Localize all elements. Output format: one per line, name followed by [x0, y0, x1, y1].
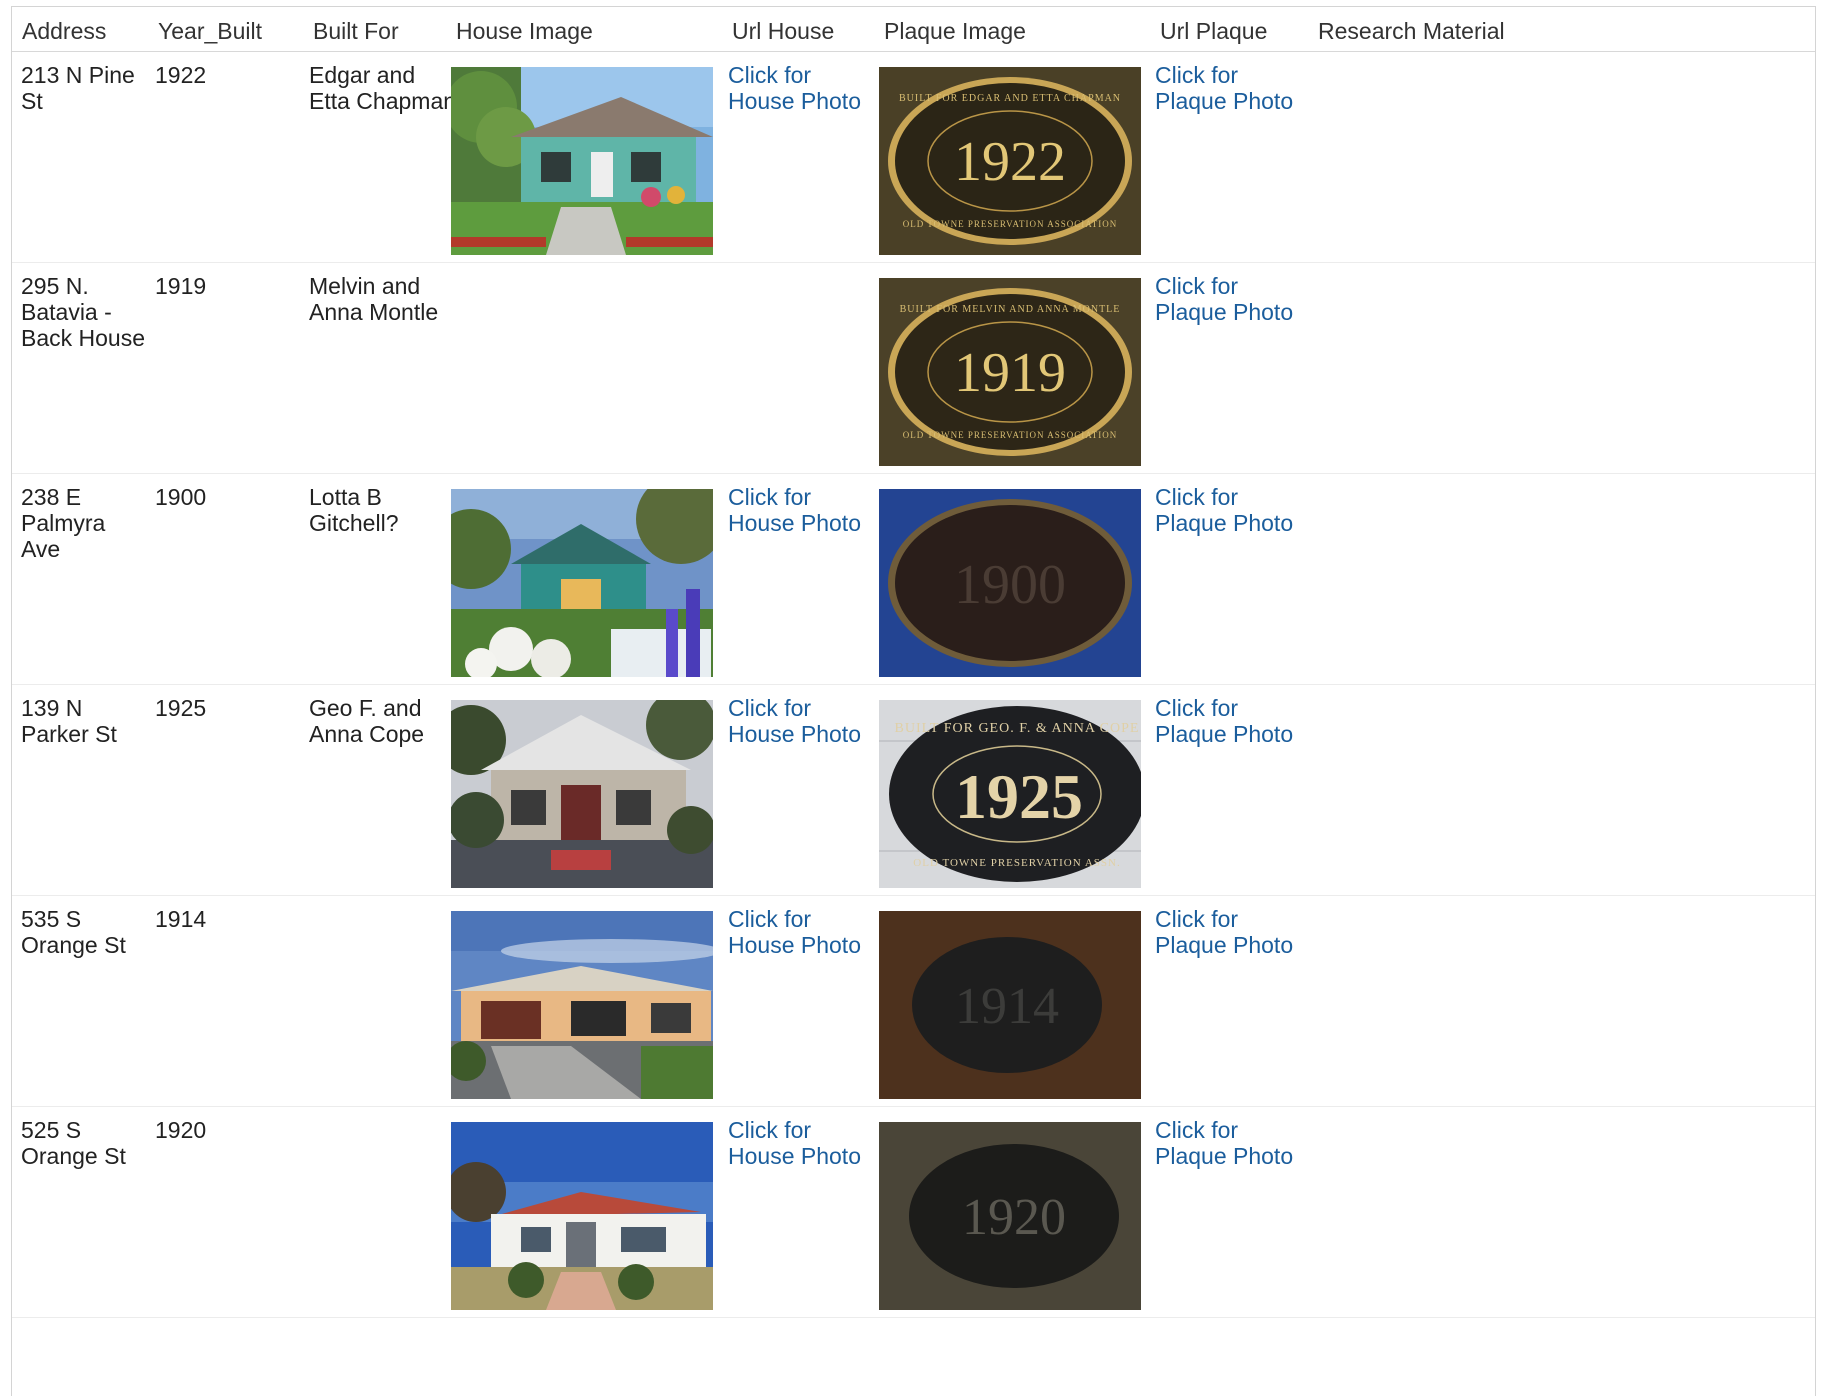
header-plaque-image: Plaque Image [884, 18, 1026, 44]
plaque-year-text: 1920 [962, 1189, 1066, 1246]
plaque-year-text: 1925 [955, 761, 1083, 832]
header-research-material: Research Material [1318, 18, 1505, 44]
plaque-top-text: BUILT FOR EDGAR AND ETTA CHAPMAN [899, 93, 1121, 104]
plaque-photo: 1922 BUILT FOR EDGAR AND ETTA CHAPMAN OL… [879, 67, 1141, 255]
address-cell: 213 N Pine St [21, 62, 135, 114]
header-url-plaque: Url Plaque [1160, 18, 1268, 44]
plaque-photo-link[interactable]: Click for Plaque Photo [1155, 273, 1305, 325]
plaque-photo: 1900 [879, 489, 1141, 677]
plaque-year-text: 1919 [954, 342, 1066, 404]
built-for-cell: Edgar and Etta Chapman [309, 62, 457, 114]
plaque-bottom-text: OLD TOWNE PRESERVATION ASSN. [913, 857, 1120, 869]
house-photo-link[interactable]: Click for House Photo [728, 62, 878, 114]
address-cell: 139 N Parker St [21, 695, 117, 747]
plaque-photo-link[interactable]: Click for Plaque Photo [1155, 1117, 1305, 1169]
plaque-photo: 1914 [879, 911, 1141, 1099]
address-cell: 295 N. Batavia - Back House [21, 273, 146, 351]
built-for-cell: Geo F. and Anna Cope [309, 695, 425, 747]
plaque-photo: 1919 BUILT FOR MELVIN AND ANNA MONTLE OL… [879, 278, 1141, 466]
house-photo [451, 700, 713, 888]
header-year-built: Year_Built [158, 18, 263, 44]
table-row: 238 E Palmyra Ave 1900 Lotta B Gitchell?… [12, 475, 1815, 685]
plaque-bottom-text: OLD TOWNE PRESERVATION ASSOCIATION [903, 219, 1118, 229]
year-built-cell: 1922 [155, 62, 207, 88]
address-cell: 238 E Palmyra Ave [21, 484, 106, 562]
house-photo-link[interactable]: Click for House Photo [728, 484, 878, 536]
plaque-top-text: BUILT FOR MELVIN AND ANNA MONTLE [900, 304, 1121, 315]
header-address: Address [22, 18, 107, 44]
table-row: 535 S Orange St 1914 Click for House Pho… [12, 897, 1815, 1107]
table-row: 525 S Orange St 1920 Click for House Pho… [12, 1108, 1815, 1318]
table-row: 139 N Parker St 1925 Geo F. and Anna Cop… [12, 686, 1815, 896]
year-built-cell: 1919 [155, 273, 207, 299]
plaque-year-text: 1900 [954, 554, 1066, 616]
table-row: 213 N Pine St 1922 Edgar and Etta Chapma… [12, 53, 1815, 263]
house-photo [451, 67, 713, 255]
header-built-for: Built For [313, 18, 399, 44]
plaque-photo: 1920 [879, 1122, 1141, 1310]
plaque-photo-link[interactable]: Click for Plaque Photo [1155, 62, 1305, 114]
address-cell: 525 S Orange St [21, 1117, 126, 1169]
year-built-cell: 1925 [155, 695, 207, 721]
header-house-image: House Image [456, 18, 593, 44]
table-row: 295 N. Batavia - Back House 1919 Melvin … [12, 264, 1815, 474]
header-url-house: Url House [732, 18, 835, 44]
built-for-cell: Melvin and Anna Montle [309, 273, 439, 325]
house-photo-link[interactable]: Click for House Photo [728, 1117, 878, 1169]
built-for-cell: Lotta B Gitchell? [309, 484, 399, 536]
house-photo [451, 1122, 713, 1310]
house-photo [451, 489, 713, 677]
address-cell: 535 S Orange St [21, 906, 126, 958]
table-header: Address Year_Built Built For House Image… [12, 7, 1815, 52]
house-photo-link[interactable]: Click for House Photo [728, 906, 878, 958]
plaque-top-text: BUILT FOR GEO. F. & ANNA COPE [895, 721, 1140, 736]
year-built-cell: 1914 [155, 906, 207, 932]
house-photo-link[interactable]: Click for House Photo [728, 695, 878, 747]
plaque-year-text: 1914 [955, 978, 1059, 1035]
plaque-year-text: 1922 [954, 131, 1066, 193]
plaque-photo-link[interactable]: Click for Plaque Photo [1155, 906, 1305, 958]
plaque-bottom-text: OLD TOWNE PRESERVATION ASSOCIATION [903, 430, 1118, 440]
plaque-photo-link[interactable]: Click for Plaque Photo [1155, 695, 1305, 747]
year-built-cell: 1900 [155, 484, 207, 510]
plaque-photo: 1925 BUILT FOR GEO. F. & ANNA COPE OLD T… [879, 700, 1141, 888]
house-photo [451, 911, 713, 1099]
year-built-cell: 1920 [155, 1117, 207, 1143]
plaque-photo-link[interactable]: Click for Plaque Photo [1155, 484, 1305, 536]
